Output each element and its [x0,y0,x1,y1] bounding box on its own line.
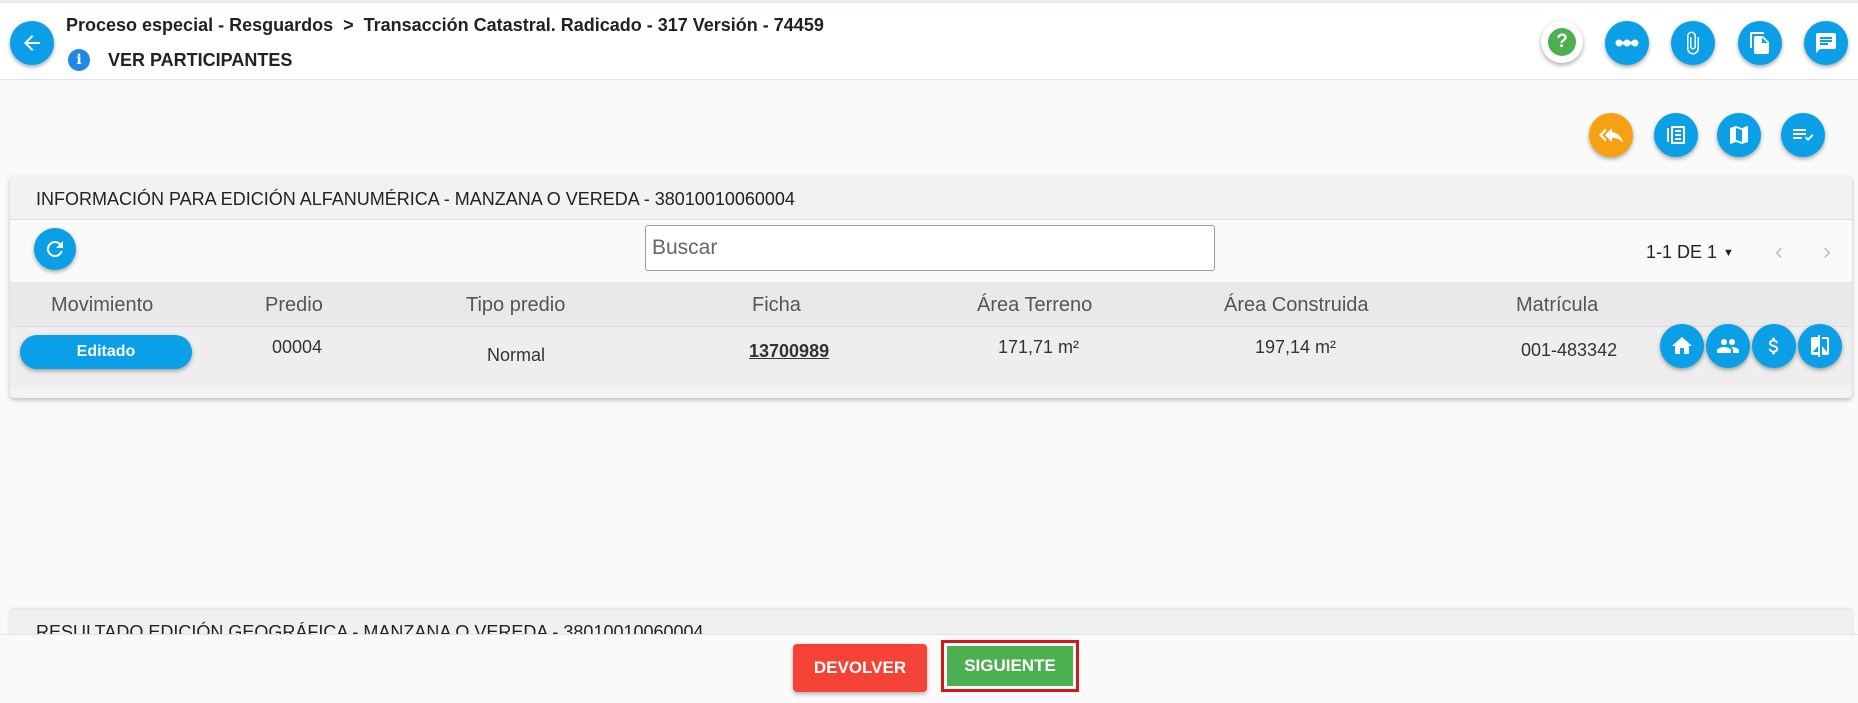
pagination-selector[interactable]: 1-1 DE 1 ▼ [1646,242,1734,263]
map-icon [1730,126,1748,144]
back-button[interactable] [10,21,54,65]
attachment-button[interactable] [1671,21,1715,65]
column-header-tipo-predio[interactable]: Tipo predio [466,294,565,317]
copy-document-icon [1750,32,1769,54]
layers-button[interactable] [1654,113,1698,157]
info-icon: i [68,49,90,71]
comments-button[interactable] [1804,21,1848,65]
cell-area-terreno: 171,71 m² [998,337,1080,357]
layers-icon [1667,126,1685,144]
arrow-left-icon [24,35,40,51]
table-header: Movimiento Predio Tipo predio Ficha Área… [10,282,1852,326]
column-header-predio[interactable]: Predio [265,294,323,317]
caret-down-icon: ▼ [1723,246,1734,259]
flow-icon [1615,39,1639,47]
comment-icon [1816,33,1836,53]
movement-status-badge[interactable]: Editado [20,335,192,369]
valuation-button[interactable] [1752,324,1796,368]
paperclip-icon [1687,31,1699,55]
pagination-text: 1-1 DE 1 [1646,242,1718,262]
breadcrumb: Proceso especial - Resguardos > Transacció… [66,15,824,36]
cell-matricula: 001-483342 [1521,340,1618,360]
cell-predio: 00004 [272,337,323,357]
people-icon [1717,339,1739,353]
view-participants-link[interactable]: i VER PARTICIPANTES [68,49,292,71]
flow-button[interactable] [1605,21,1649,65]
column-header-matricula[interactable]: Matrícula [1516,294,1598,317]
owners-button[interactable] [1706,324,1750,368]
siguiente-highlight-frame: SIGUIENTE [941,640,1079,692]
column-header-ficha[interactable]: Ficha [752,294,801,317]
refresh-button[interactable] [34,228,76,270]
reply-all-button[interactable] [1589,113,1633,157]
column-header-movimiento[interactable]: Movimiento [51,294,153,317]
view-participants-label: VER PARTICIPANTES [108,49,293,70]
ficha-link[interactable]: 13700989 [749,341,829,362]
cell-tipo-predio: Normal [487,345,546,365]
chevron-right-icon: > [343,15,354,35]
header: Proceso especial - Resguardos > Transacció… [0,3,1858,80]
home-icon [1672,337,1692,354]
previous-page-icon[interactable]: ‹ [1775,238,1783,266]
documents-button[interactable] [1738,21,1782,65]
compare-icon [1811,335,1829,357]
cell-area-construida: 197,14 m² [1255,337,1337,357]
help-icon: ? [1548,28,1576,56]
reply-all-icon [1599,128,1623,143]
devolver-button[interactable]: DEVOLVER [793,644,927,692]
checklist-icon [1793,129,1814,141]
checklist-button[interactable] [1781,113,1825,157]
search-input[interactable] [645,225,1215,271]
column-header-area-construida[interactable]: Área Construida [1224,294,1369,317]
siguiente-button[interactable]: SIGUIENTE [947,646,1073,686]
map-button[interactable] [1717,113,1761,157]
footer-actions: DEVOLVER SIGUIENTE [0,634,1858,703]
dollar-icon [1768,337,1779,355]
breadcrumb-item-process[interactable]: Proceso especial - Resguardos [66,15,333,35]
column-header-area-terreno[interactable]: Área Terreno [977,294,1092,317]
breadcrumb-item-transaction: Transacción Catastral. Radicado - 317 Ve… [363,15,824,35]
panel-title: INFORMACIÓN PARA EDICIÓN ALFANUMÉRICA - … [36,189,795,209]
help-button[interactable]: ? [1541,21,1583,63]
property-home-button[interactable] [1660,324,1704,368]
next-page-icon[interactable]: › [1823,238,1831,266]
alphanumeric-edition-panel: INFORMACIÓN PARA EDICIÓN ALFANUMÉRICA - … [10,176,1852,398]
compare-button[interactable] [1798,324,1842,368]
table-row: Editado 00004 Normal 13700989 171,71 m² … [10,324,1852,387]
refresh-icon [46,240,63,257]
table-toolbar: 1-1 DE 1 ▼ ‹ › [10,220,1852,282]
